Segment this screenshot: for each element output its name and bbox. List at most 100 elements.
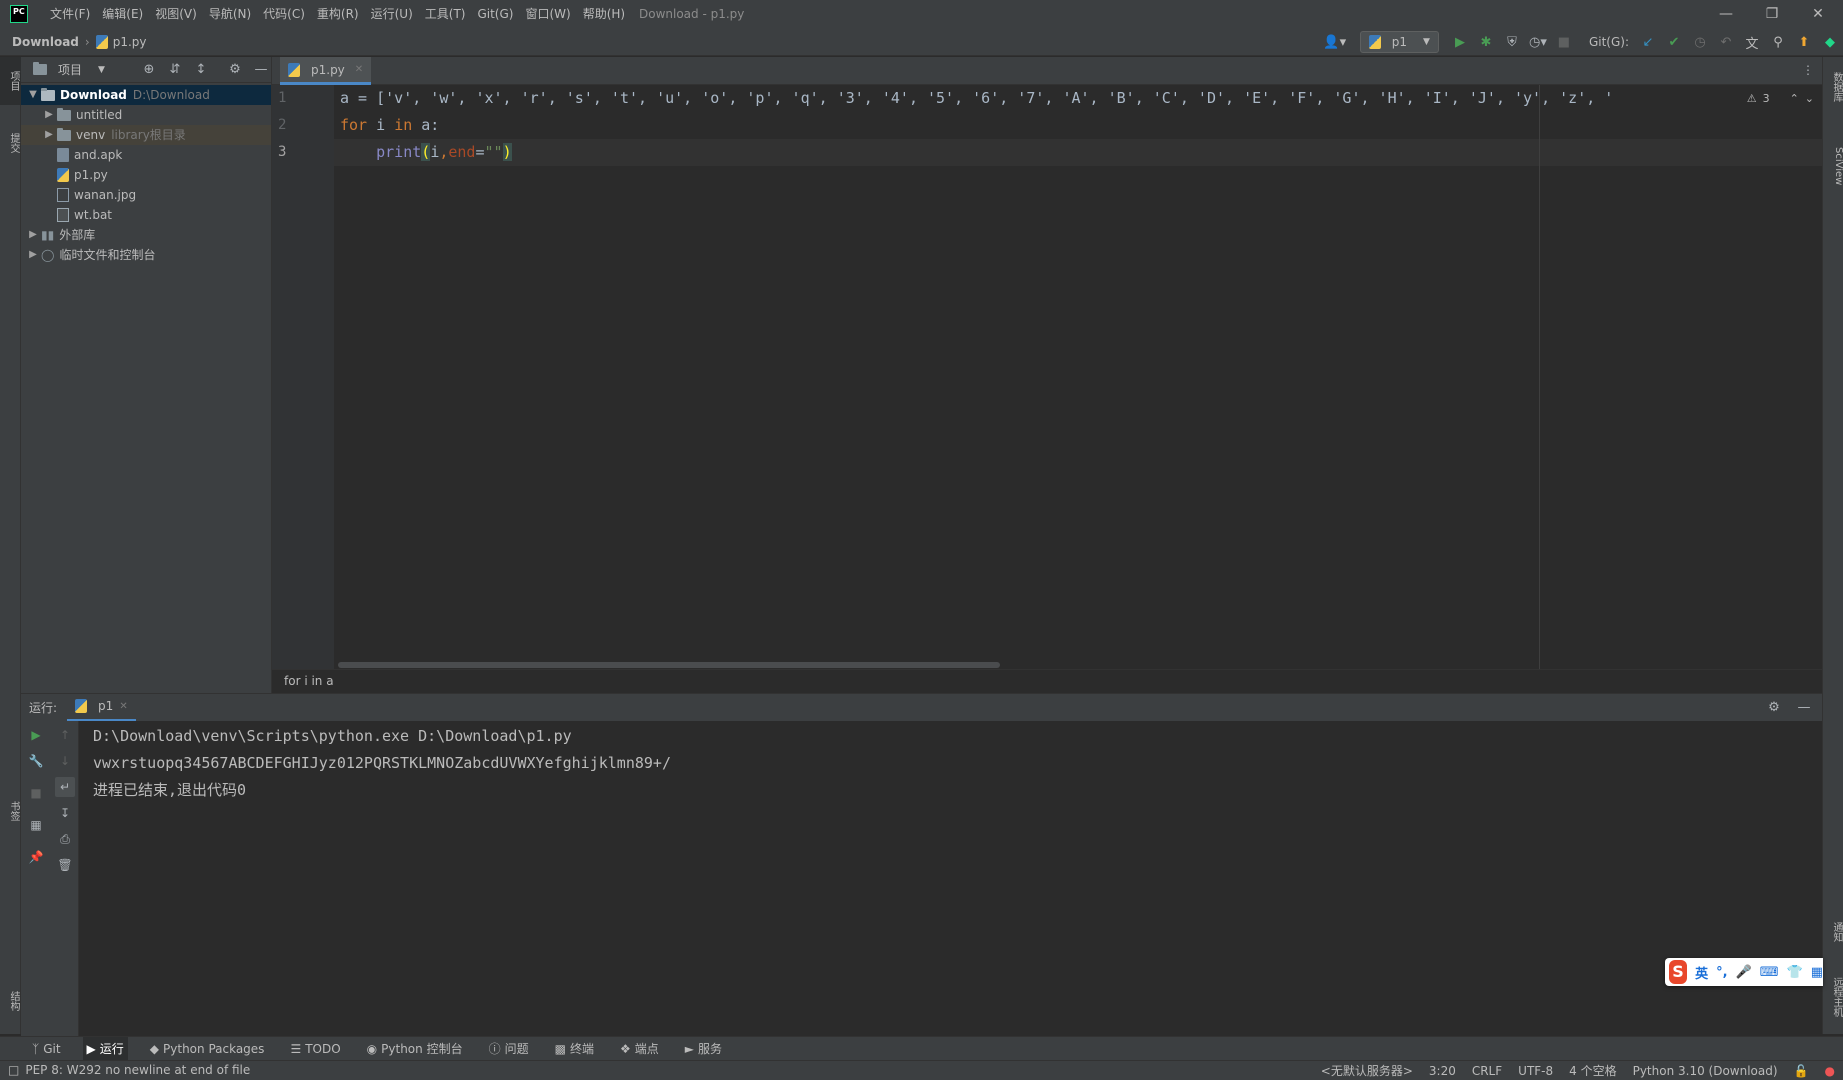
tab-todo[interactable]: ☰ TODO: [286, 1037, 344, 1061]
chevron-up-icon[interactable]: ⌃: [1790, 92, 1799, 105]
jetbrains-icon[interactable]: ◆: [1820, 32, 1840, 52]
status-position[interactable]: 3:20: [1429, 1064, 1456, 1078]
tab-database[interactable]: 数据库: [1823, 57, 1843, 117]
breadcrumb-file[interactable]: p1.py: [113, 35, 147, 49]
menu-view[interactable]: 视图(V): [149, 0, 203, 28]
hide-icon[interactable]: —: [251, 60, 271, 80]
editor-tab-p1[interactable]: p1.py ✕: [280, 57, 372, 85]
scroll-to-end-icon[interactable]: ↧: [55, 803, 75, 823]
menu-tools[interactable]: 工具(T): [419, 0, 472, 28]
menu-help[interactable]: 帮助(H): [577, 0, 631, 28]
soft-wrap-icon[interactable]: ↵: [55, 777, 75, 797]
toolbox-icon[interactable]: ▦: [1811, 965, 1823, 980]
status-message[interactable]: □ PEP 8: W292 no newline at end of file: [8, 1061, 250, 1080]
close-button[interactable]: ✕: [1795, 0, 1841, 28]
close-tab-icon[interactable]: ✕: [119, 701, 127, 712]
breadcrumb-project[interactable]: Download: [12, 35, 79, 49]
tree-external-libraries[interactable]: ▶ ▮▮ 外部库: [21, 225, 271, 245]
project-view-title[interactable]: 项目: [58, 61, 82, 78]
more-options-icon[interactable]: ⋮: [1802, 63, 1814, 77]
search-icon[interactable]: ⚲: [1768, 32, 1788, 52]
tab-python-packages[interactable]: ◆ Python Packages: [146, 1037, 269, 1061]
status-indent[interactable]: 4 个空格: [1569, 1062, 1616, 1079]
skin-icon[interactable]: 👕: [1787, 965, 1803, 980]
restore-button[interactable]: ❐: [1749, 0, 1795, 28]
tree-item-untitled[interactable]: ▶ untitled: [21, 105, 271, 125]
trash-icon[interactable]: 🗑: [55, 855, 75, 875]
tab-structure[interactable]: 结构: [0, 977, 21, 1025]
jetbrains-ai-icon[interactable]: ●: [1825, 1064, 1835, 1078]
git-rollback-icon[interactable]: ↶: [1716, 32, 1736, 52]
tab-remote-host[interactable]: 远程主机: [1823, 967, 1843, 1027]
run-console[interactable]: D:\Download\venv\Scripts\python.exe D:\D…: [79, 721, 1822, 1036]
keyboard-icon[interactable]: ⌨: [1760, 965, 1779, 980]
menu-window[interactable]: 窗口(W): [519, 0, 576, 28]
status-line-separator[interactable]: CRLF: [1472, 1064, 1502, 1078]
tree-scratches[interactable]: ▶ ◯ 临时文件和控制台: [21, 245, 271, 265]
tab-terminal[interactable]: ▩ 终端: [551, 1037, 598, 1061]
tab-services[interactable]: ► 服务: [681, 1037, 726, 1061]
tab-bookmarks[interactable]: 书签: [0, 787, 21, 835]
arrow-up-icon[interactable]: ↑: [55, 725, 75, 745]
coverage-icon[interactable]: ⛨: [1502, 32, 1522, 52]
tree-item-and-apk[interactable]: and.apk: [21, 145, 271, 165]
pin-icon[interactable]: 📌: [26, 847, 46, 867]
menu-file[interactable]: 文件(F): [44, 0, 96, 28]
tab-project[interactable]: 项目: [0, 57, 21, 105]
code-editor[interactable]: a = ['v', 'w', 'x', 'r', 's', 't', 'u', …: [334, 85, 1822, 669]
chevron-down-icon[interactable]: ▼: [98, 65, 105, 75]
menu-code[interactable]: 代码(C): [257, 0, 311, 28]
tab-sciview[interactable]: SciView: [1823, 131, 1843, 201]
tree-item-venv[interactable]: ▶ venv library根目录: [21, 125, 271, 145]
code-breadcrumb[interactable]: for i in a: [272, 669, 1822, 693]
print-icon[interactable]: ⎙: [55, 829, 75, 849]
run-icon[interactable]: ▶: [1450, 32, 1470, 52]
stop-icon[interactable]: ■: [1554, 32, 1574, 52]
profile-icon[interactable]: ◷▾: [1528, 32, 1548, 52]
gear-icon[interactable]: ⚙: [225, 60, 245, 80]
user-icon[interactable]: 👤▾: [1321, 32, 1349, 52]
microphone-icon[interactable]: 🎤: [1736, 965, 1752, 980]
tab-notifications[interactable]: 通知: [1823, 907, 1843, 957]
git-history-icon[interactable]: ◷: [1690, 32, 1710, 52]
minimize-button[interactable]: —: [1703, 0, 1749, 28]
menu-git[interactable]: Git(G): [471, 0, 519, 28]
collapse-all-icon[interactable]: ↕: [191, 60, 211, 80]
inspection-widget[interactable]: ⚠ 3 ⌃ ⌄: [1747, 85, 1814, 112]
menu-edit[interactable]: 编辑(E): [96, 0, 149, 28]
tab-problems[interactable]: ⓘ 问题: [485, 1037, 533, 1061]
tree-item-p1-py[interactable]: p1.py: [21, 165, 271, 185]
rerun-icon[interactable]: ▶: [26, 725, 46, 745]
tree-item-wt-bat[interactable]: wt.bat: [21, 205, 271, 225]
run-config-selector[interactable]: p1 ▼: [1359, 31, 1439, 53]
lock-icon[interactable]: 🔓: [1794, 1064, 1809, 1078]
ime-language-toggle[interactable]: 英: [1695, 963, 1708, 982]
tab-python-console[interactable]: ◉ Python 控制台: [363, 1037, 467, 1061]
close-tab-icon[interactable]: ✕: [355, 64, 363, 75]
hide-icon[interactable]: —: [1794, 698, 1814, 718]
git-commit-icon[interactable]: ✔: [1664, 32, 1684, 52]
chevron-down-icon[interactable]: ⌄: [1805, 92, 1814, 105]
git-update-icon[interactable]: ↙: [1638, 32, 1658, 52]
punctuation-icon[interactable]: °,: [1716, 965, 1727, 980]
stop-icon[interactable]: ■: [26, 783, 46, 803]
tree-root[interactable]: ▼ Download D:\Download: [21, 85, 271, 105]
status-interpreter[interactable]: Python 3.10 (Download): [1633, 1064, 1778, 1078]
run-tab-p1[interactable]: p1 ✕: [67, 694, 136, 722]
tab-git[interactable]: ᛉ Git: [28, 1037, 65, 1061]
update-icon[interactable]: ⬆: [1794, 32, 1814, 52]
translate-icon[interactable]: 文: [1742, 32, 1762, 52]
tab-endpoints[interactable]: ❖ 端点: [616, 1037, 663, 1061]
horizontal-scrollbar[interactable]: [338, 662, 1000, 668]
expand-all-icon[interactable]: ⇵: [165, 60, 185, 80]
tree-item-wanan-jpg[interactable]: wanan.jpg: [21, 185, 271, 205]
locate-icon[interactable]: ⊕: [139, 60, 159, 80]
sogou-logo-icon[interactable]: S: [1669, 960, 1688, 984]
tab-run[interactable]: ▶ 运行: [82, 1036, 128, 1061]
status-server[interactable]: <无默认服务器>: [1321, 1062, 1413, 1079]
gear-icon[interactable]: ⚙: [1764, 698, 1784, 718]
layout-icon[interactable]: ▦: [26, 815, 46, 835]
menu-navigate[interactable]: 导航(N): [203, 0, 257, 28]
menu-refactor[interactable]: 重构(R): [311, 0, 365, 28]
wrench-icon[interactable]: 🔧: [26, 751, 46, 771]
